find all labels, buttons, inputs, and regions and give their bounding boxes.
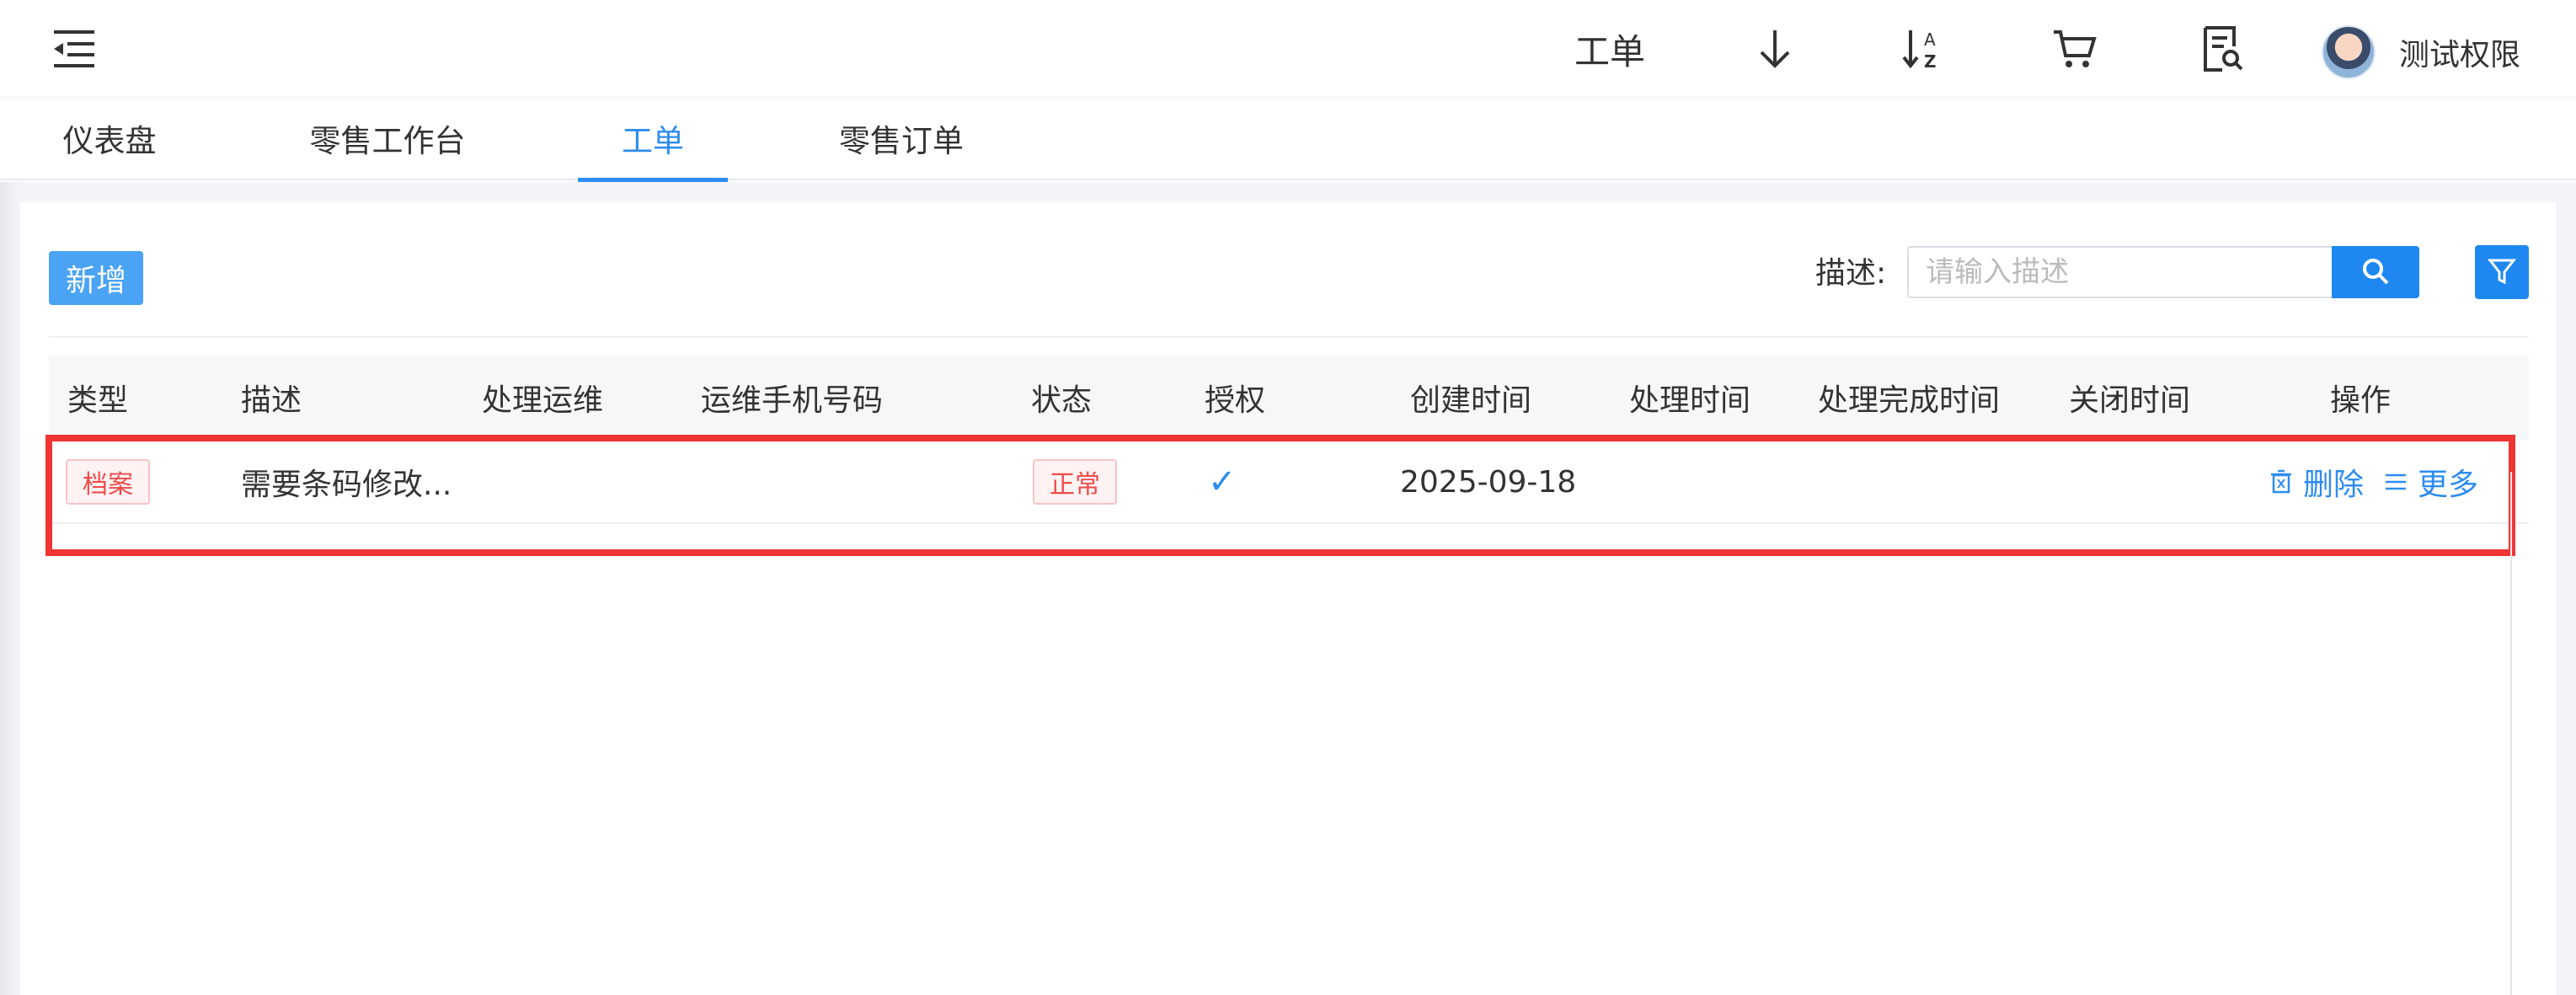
row-description: 需要条码修改... — [241, 468, 452, 502]
column-closed-time: 关闭时间 — [2069, 383, 2191, 418]
more-label: 更多 — [2418, 468, 2479, 502]
svg-text:Z: Z — [1924, 51, 1937, 72]
tab-work-order[interactable]: 工单 — [578, 96, 728, 182]
list-icon — [2384, 470, 2408, 494]
column-handler: 处理运维 — [482, 383, 604, 418]
user-menu[interactable]: 测试权限 — [2322, 24, 2520, 81]
tab-bar: 仪表盘 零售工作台 工单 零售订单 — [0, 96, 2576, 182]
type-tag: 档案 — [66, 459, 150, 505]
column-completed-time: 处理完成时间 — [1818, 383, 2001, 418]
arrow-down-icon[interactable] — [1748, 20, 1802, 78]
table-row[interactable]: 档案 需要条码修改... 正常 ✓ 2025-09-18 删除 更多 — [49, 440, 2529, 524]
toolbar-divider — [49, 336, 2529, 338]
left-edge-shadow — [0, 182, 19, 995]
column-type: 类型 — [67, 383, 129, 418]
column-handler-phone: 运维手机号码 — [701, 383, 884, 418]
delete-label: 删除 — [2303, 468, 2365, 502]
add-button[interactable]: 新增 — [49, 251, 143, 305]
cart-icon[interactable] — [2045, 20, 2103, 78]
column-authorized: 授权 — [1205, 383, 1266, 418]
tab-retail-order[interactable]: 零售订单 — [834, 96, 969, 180]
top-header: 工单 A Z 测试权限 — [0, 0, 2576, 96]
delete-link[interactable]: 删除 — [2269, 460, 2364, 504]
avatar — [2322, 25, 2376, 79]
trash-icon — [2269, 468, 2293, 495]
tab-dashboard[interactable]: 仪表盘 — [51, 96, 168, 180]
row-created-time: 2025-09-18 — [1400, 464, 1577, 500]
header-title: 工单 — [1574, 30, 1645, 72]
table-scroll-track[interactable] — [2510, 472, 2512, 995]
tab-retail-workbench[interactable]: 零售工作台 — [303, 96, 472, 180]
menu-fold-icon[interactable] — [51, 27, 98, 71]
filter-icon — [2487, 256, 2517, 289]
column-status: 状态 — [1031, 383, 1093, 418]
search-button[interactable] — [2332, 246, 2419, 298]
more-link[interactable]: 更多 — [2384, 460, 2478, 504]
status-badge: 正常 — [1033, 459, 1117, 505]
svg-text:A: A — [1924, 29, 1936, 50]
content-panel — [20, 202, 2556, 995]
column-created-time: 创建时间 — [1410, 383, 1532, 418]
filter-button[interactable] — [2475, 245, 2529, 299]
description-label: 描述: — [1815, 256, 1887, 291]
column-actions: 操作 — [2330, 383, 2392, 418]
column-description: 描述 — [241, 383, 302, 418]
user-name: 测试权限 — [2399, 38, 2521, 72]
column-processed-time: 处理时间 — [1629, 383, 1751, 418]
authorized-check-icon: ✓ — [1208, 463, 1237, 501]
sort-az-icon[interactable]: A Z — [1897, 20, 1951, 78]
description-search-input[interactable] — [1907, 246, 2332, 298]
report-search-icon[interactable] — [2195, 20, 2249, 78]
search-icon — [2360, 256, 2391, 289]
table-header: 类型 描述 处理运维 运维手机号码 状态 授权 创建时间 处理时间 处理完成时间… — [49, 356, 2529, 440]
